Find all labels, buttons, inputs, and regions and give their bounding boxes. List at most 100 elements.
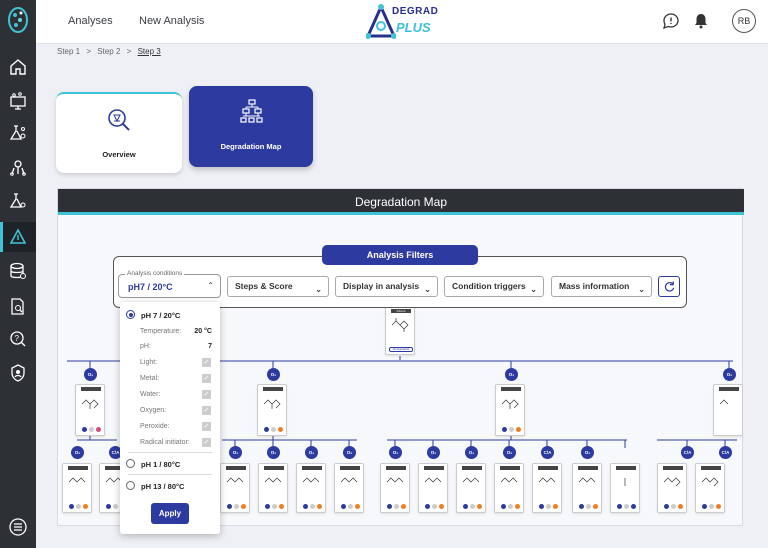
degradant-node-card[interactable] [495, 384, 525, 436]
degradant-node-card[interactable] [418, 463, 448, 513]
trigger-node[interactable]: O₂ [84, 368, 97, 381]
degradant-node-card[interactable] [494, 463, 524, 513]
nav-new-analysis[interactable]: New Analysis [139, 15, 204, 27]
trigger-node[interactable]: C/A [541, 446, 554, 459]
molecule-structure [340, 477, 358, 483]
param-label: Water: [140, 391, 161, 398]
sidebar-item-database[interactable] [0, 256, 36, 286]
condition-option-label[interactable]: pH 7 / 20°C [141, 311, 180, 320]
shield-user-icon [11, 364, 25, 382]
refresh-icon [664, 281, 675, 292]
degradant-node-card[interactable] [713, 384, 743, 436]
condition-radio-ph1[interactable] [126, 459, 135, 468]
topbar: Analyses New Analysis DEGRAD PLUS RB [36, 0, 768, 44]
trigger-node[interactable]: C/A [719, 446, 732, 459]
trigger-node[interactable]: O₂ [505, 368, 518, 381]
feedback-icon[interactable] [662, 12, 680, 30]
divider [128, 474, 212, 475]
brand-name-line2: PLUS [396, 20, 431, 35]
flask-molecule-icon [9, 125, 26, 140]
breadcrumb-step-2[interactable]: Step 2 [97, 47, 120, 56]
trigger-node[interactable]: O₂ [267, 368, 280, 381]
molecule-structure [578, 477, 596, 483]
trigger-node[interactable]: O₂ [343, 446, 356, 459]
condition-radio-ph13[interactable] [126, 481, 135, 490]
degradant-node-card[interactable] [657, 463, 687, 513]
degradant-node-card[interactable] [220, 463, 250, 513]
sidebar-item-reports[interactable] [0, 292, 36, 322]
overview-card-label: Overview [102, 150, 136, 159]
molecule-structure [538, 477, 556, 483]
steps-score-dropdown[interactable]: Steps & Score ⌄ [227, 276, 329, 297]
trigger-node[interactable]: O₂ [427, 446, 440, 459]
trigger-node[interactable]: O₂ [229, 446, 242, 459]
degradant-node-card[interactable] [572, 463, 602, 513]
condition-radio-ph7[interactable] [126, 310, 135, 319]
sidebar-item-degradation[interactable] [0, 222, 36, 252]
degradant-node-card[interactable] [334, 463, 364, 513]
parent-node-card[interactable]: Parent All degradants [385, 306, 415, 355]
condition-option-label[interactable]: pH 1 / 80°C [141, 460, 180, 469]
mass-information-dropdown[interactable]: Mass information ⌄ [551, 276, 652, 297]
dropdown-label: Mass information [559, 281, 630, 291]
trigger-node[interactable]: O₂ [723, 368, 736, 381]
sidebar-item-admin[interactable] [0, 358, 36, 388]
degradant-node-card[interactable] [258, 463, 288, 513]
light-checkbox: ✓ [202, 358, 211, 367]
degradant-node-card[interactable] [62, 463, 92, 513]
trigger-node[interactable]: O₂ [465, 446, 478, 459]
nav-analyses[interactable]: Analyses [68, 15, 113, 27]
trigger-node[interactable]: O₂ [503, 446, 516, 459]
app-logo-icon[interactable] [6, 6, 30, 34]
molecule-structure [624, 478, 626, 486]
degradant-node-card[interactable] [695, 463, 725, 513]
degradant-node-card[interactable] [456, 463, 486, 513]
sidebar-item-network[interactable] [0, 152, 36, 182]
water-checkbox: ✓ [202, 390, 211, 399]
trigger-node[interactable]: C/A [681, 446, 694, 459]
trigger-node[interactable]: O₂ [71, 446, 84, 459]
trigger-node[interactable]: O₂ [267, 446, 280, 459]
breadcrumb-step-1[interactable]: Step 1 [57, 47, 80, 56]
molecule-structure [81, 399, 99, 409]
trigger-node[interactable]: O₂ [389, 446, 402, 459]
dropdown-label: Condition triggers [452, 281, 526, 291]
molecule-structure [501, 399, 519, 409]
degradant-node-card[interactable] [296, 463, 326, 513]
condition-option-label[interactable]: pH 13 / 80°C [141, 482, 184, 491]
breadcrumb-step-3[interactable]: Step 3 [138, 47, 161, 56]
degradant-node-card[interactable] [75, 384, 105, 436]
degradant-node-card[interactable] [380, 463, 410, 513]
trigger-node[interactable]: O₂ [305, 446, 318, 459]
sidebar-menu-toggle[interactable] [0, 512, 36, 542]
refresh-button[interactable] [658, 276, 680, 297]
sidebar-item-monitor[interactable] [0, 86, 36, 116]
panel-title: Degradation Map [58, 189, 744, 215]
brand-logo[interactable]: DEGRAD PLUS [366, 2, 438, 42]
sidebar-item-flask[interactable] [0, 186, 36, 216]
radical-initiator-checkbox: ✓ [202, 438, 211, 447]
trigger-node[interactable]: O₂ [581, 446, 594, 459]
user-avatar[interactable]: RB [732, 9, 756, 33]
chevron-down-icon: ⌄ [638, 285, 645, 294]
breadcrumb-separator: > [126, 47, 132, 56]
degradant-node-card[interactable] [257, 384, 287, 436]
molecule-structure [302, 477, 320, 483]
sidebar-item-home[interactable] [0, 52, 36, 82]
degradant-node-card[interactable] [532, 463, 562, 513]
sidebar-item-help[interactable]: ? [0, 324, 36, 354]
condition-triggers-dropdown[interactable]: Condition triggers ⌄ [444, 276, 544, 297]
apply-button[interactable]: Apply [151, 503, 189, 524]
molecule-structure [386, 477, 404, 483]
molecule-network-icon [10, 160, 26, 176]
dropdown-label: Display in analysis [343, 281, 420, 291]
bell-icon[interactable] [692, 12, 710, 30]
database-icon [10, 262, 26, 279]
all-degradants-badge[interactable]: All degradants [389, 347, 413, 352]
chevron-down-icon: ⌄ [315, 285, 322, 294]
degradant-node-card[interactable] [610, 463, 640, 513]
degradation-map-card[interactable]: Degradation Map [189, 86, 313, 167]
overview-card[interactable]: Overview [56, 92, 182, 173]
display-in-analysis-dropdown[interactable]: Display in analysis ⌄ [335, 276, 438, 297]
sidebar-item-lab[interactable] [0, 118, 36, 148]
